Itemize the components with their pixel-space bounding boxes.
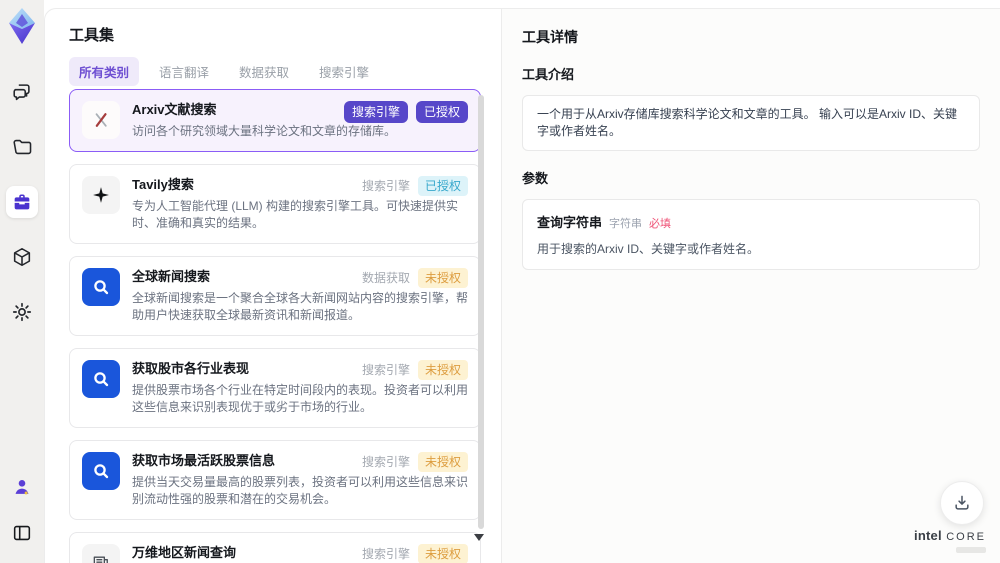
toolbox-icon[interactable] <box>6 186 38 218</box>
auth-badge: 未授权 <box>417 544 468 563</box>
tool-card-global-news[interactable]: 全球新闻搜索 全球新闻搜索是一个聚合全球各大新闻网站内容的搜索引擎，帮助用户快速… <box>69 256 481 336</box>
tab-all-categories[interactable]: 所有类别 <box>69 57 140 86</box>
settings-gear-icon[interactable] <box>6 296 38 328</box>
param-card: 查询字符串 字符串 必填 用于搜索的Arxiv ID、关键字或作者姓名。 <box>522 199 980 270</box>
auth-badge: 已授权 <box>417 176 468 196</box>
search-blue-icon <box>82 360 120 398</box>
category-tag: 搜索引擎 <box>361 547 410 561</box>
intel-core-logo: intel core <box>914 527 986 553</box>
tool-list: Arxiv文献搜索 访问各个研究领域大量科学论文和文章的存储库。 搜索引擎 已授… <box>69 89 481 563</box>
auth-badge: 未授权 <box>417 268 468 288</box>
chat-icon[interactable] <box>6 76 38 108</box>
tool-card-tavily[interactable]: Tavily搜索 专为人工智能代理 (LLM) 构建的搜索引擎工具。可快速提供实… <box>69 164 481 244</box>
intel-sub-badge <box>956 547 986 553</box>
param-type: 字符串 <box>609 218 643 230</box>
param-name: 查询字符串 <box>537 215 603 230</box>
app-logo-icon[interactable] <box>4 6 40 46</box>
tab-data-fetch[interactable]: 数据获取 <box>229 57 299 86</box>
newspaper-icon <box>82 544 120 563</box>
cube-icon[interactable] <box>6 241 38 273</box>
category-tag: 数据获取 <box>361 271 410 285</box>
rail-bottom <box>6 471 38 549</box>
tool-details-panel: 工具详情 工具介绍 一个用于从Arxiv存储库搜索科学论文和文章的工具。 输入可… <box>501 9 1000 563</box>
main-panel: 工具集 所有类别 语言翻译 数据获取 搜索引擎 Arxiv文献搜索 访问各个研究… <box>44 8 1000 563</box>
category-tag: 搜索引擎 <box>361 363 410 377</box>
intel-wordmark: intel <box>914 528 942 543</box>
folder-icon[interactable] <box>6 131 38 163</box>
category-tag: 搜索引擎 <box>361 179 410 193</box>
param-desc: 用于搜索的Arxiv ID、关键字或作者姓名。 <box>537 242 760 256</box>
app-window: 工具集 所有类别 语言翻译 数据获取 搜索引擎 Arxiv文献搜索 访问各个研究… <box>0 0 1000 563</box>
tool-desc: 全球新闻搜索是一个聚合全球各大新闻网站内容的搜索引擎，帮助用户快速获取全球最新资… <box>132 291 469 322</box>
category-tabs: 所有类别 语言翻译 数据获取 搜索引擎 <box>69 57 379 86</box>
params-heading: 参数 <box>522 171 549 186</box>
intro-text: 一个用于从Arxiv存储库搜索科学论文和文章的工具。 输入可以是Arxiv ID… <box>522 95 980 151</box>
user-avatar-icon[interactable] <box>6 471 38 503</box>
rail-nav <box>6 76 38 328</box>
tool-card-regional-news[interactable]: 万维地区新闻查询 查询具体行政区划内的新闻，快速了解各地新闻动 搜索引擎 未授权 <box>69 532 481 563</box>
auth-badge: 已授权 <box>415 101 468 123</box>
search-blue-icon <box>82 452 120 490</box>
details-title: 工具详情 <box>522 29 578 45</box>
tool-card-sector-performance[interactable]: 获取股市各行业表现 提供股票市场各个行业在特定时间段内的表现。投资者可以利用这些… <box>69 348 481 428</box>
search-blue-icon <box>82 268 120 306</box>
tool-card-arxiv[interactable]: Arxiv文献搜索 访问各个研究领域大量科学论文和文章的存储库。 搜索引擎 已授… <box>69 89 481 152</box>
tab-search-engine[interactable]: 搜索引擎 <box>309 57 379 86</box>
param-required-flag: 必填 <box>649 218 672 230</box>
category-tag: 搜索引擎 <box>361 455 410 469</box>
arxiv-icon <box>82 101 120 139</box>
auth-badge: 未授权 <box>417 452 468 472</box>
tool-card-most-active-stocks[interactable]: 获取市场最活跃股票信息 提供当天交易量最高的股票列表，投资者可以利用这些信息来识… <box>69 440 481 520</box>
download-button[interactable] <box>940 481 984 525</box>
star-icon <box>82 176 120 214</box>
icon-rail <box>0 0 44 563</box>
auth-badge: 未授权 <box>417 360 468 380</box>
scroll-down-icon[interactable] <box>474 534 484 541</box>
collapse-panel-icon[interactable] <box>6 517 38 549</box>
tool-desc: 访问各个研究领域大量科学论文和文章的存储库。 <box>132 124 397 138</box>
download-icon <box>955 495 969 510</box>
category-badge: 搜索引擎 <box>343 101 408 123</box>
tab-language-translation[interactable]: 语言翻译 <box>149 57 219 86</box>
page-title: 工具集 <box>69 27 115 44</box>
tool-desc: 提供当天交易量最高的股票列表，投资者可以利用这些信息来识别流动性强的股票和潜在的… <box>132 475 469 506</box>
intro-heading: 工具介绍 <box>522 67 575 82</box>
scrollbar-thumb[interactable] <box>478 95 484 529</box>
tool-desc: 提供股票市场各个行业在特定时间段内的表现。投资者可以利用这些信息来识别表现优于或… <box>132 383 469 414</box>
core-wordmark: core <box>946 531 986 543</box>
tool-desc: 专为人工智能代理 (LLM) 构建的搜索引擎工具。可快速提供实时、准确和真实的结… <box>132 199 459 230</box>
